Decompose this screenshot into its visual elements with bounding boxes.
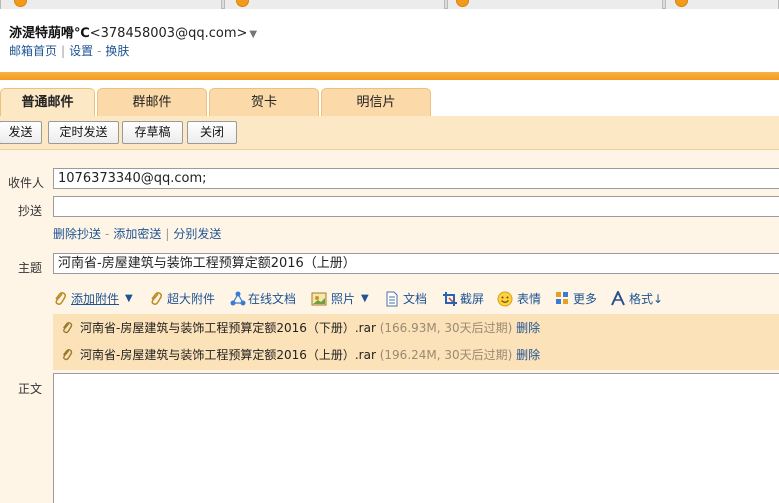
screenshot-label: 截屏 — [460, 292, 485, 306]
screenshot-button[interactable]: 截屏 — [442, 289, 492, 309]
attachment-meta: (166.93M, 30天后过期) — [379, 321, 513, 335]
more-grid-icon — [556, 292, 568, 304]
scheduled-send-button[interactable]: 定时发送 — [48, 121, 119, 144]
remove-cc-link[interactable]: 删除抄送 — [53, 227, 101, 241]
chevron-down-icon[interactable]: ▼ — [361, 289, 369, 309]
cc-field[interactable] — [53, 196, 779, 217]
browser-tab-strip — [0, 0, 779, 9]
body-editor[interactable] — [53, 373, 779, 503]
mailbox-home-link[interactable]: 邮箱首页 — [9, 44, 57, 58]
paperclip-icon — [55, 292, 66, 305]
smiley-icon — [497, 291, 513, 307]
send-button[interactable]: 发送 — [0, 121, 42, 144]
format-label: 格式↓ — [629, 292, 664, 306]
compose-form: 收件人 1076373340@qq.com; 抄送 删除抄送 - 添加密送 | 分别发送… — [0, 150, 779, 503]
link-separator: | — [61, 44, 66, 58]
tab-postcard[interactable]: 明信片 — [321, 88, 431, 116]
attachment-entry: 河南省-房屋建筑与装饰工程预算定额2016（上册）.rar (196.24M, … — [80, 345, 540, 365]
account-links: 邮箱首页 | 设置 - 换肤 — [9, 42, 129, 59]
browser-tab[interactable] — [224, 0, 445, 9]
paperclip-icon — [151, 292, 162, 305]
attachment-list: 河南省-房屋建筑与装饰工程预算定额2016（下册）.rar (166.93M, … — [53, 314, 779, 370]
online-doc-button[interactable]: 在线文档 — [230, 289, 300, 309]
tab-group-mail[interactable]: 群邮件 — [97, 88, 207, 116]
to-field[interactable]: 1076373340@qq.com; — [53, 168, 779, 189]
format-text-icon — [611, 291, 625, 306]
compose-toolbar: 发送 定时发送 存草稿 关闭 — [0, 116, 779, 150]
account-dropdown-icon[interactable]: ▼ — [249, 29, 257, 40]
more-button[interactable]: 更多 — [555, 289, 605, 309]
tab-greeting-card[interactable]: 贺卡 — [209, 88, 319, 116]
cc-label: 抄送 — [18, 204, 43, 218]
to-label: 收件人 — [8, 176, 45, 190]
add-attachment-label: 添加附件 — [71, 292, 120, 306]
account-header: 洂湜特萠嗗℃<378458003@qq.com> ▼ — [9, 22, 257, 41]
link-separator: - — [97, 44, 102, 58]
browser-tab[interactable] — [447, 0, 663, 9]
tab-normal-mail[interactable]: 普通邮件 — [0, 88, 95, 116]
subject-field[interactable]: 河南省-房屋建筑与装饰工程预算定额2016（上册） — [53, 253, 779, 274]
document-icon — [386, 291, 398, 307]
delete-attachment-link[interactable]: 删除 — [516, 321, 540, 335]
large-attachment-label: 超大附件 — [167, 292, 216, 306]
separate-send-link[interactable]: 分别发送 — [173, 227, 221, 241]
change-skin-link[interactable]: 换肤 — [105, 44, 129, 58]
large-attachment-button[interactable]: 超大附件 — [149, 289, 219, 309]
emoji-label: 表情 — [517, 292, 542, 306]
save-draft-button[interactable]: 存草稿 — [122, 121, 183, 144]
header-divider-bar — [0, 72, 779, 80]
document-label: 文档 — [403, 292, 428, 306]
photo-label: 照片 — [331, 292, 356, 306]
attachment-meta: (196.24M, 30天后过期) — [379, 348, 513, 362]
document-button[interactable]: 文档 — [385, 289, 435, 309]
online-doc-label: 在线文档 — [248, 292, 297, 306]
body-label: 正文 — [18, 382, 43, 396]
link-separator: | — [165, 227, 170, 241]
add-bcc-link[interactable]: 添加密送 — [113, 227, 161, 241]
cc-options: 删除抄送 - 添加密送 | 分别发送 — [53, 225, 221, 242]
settings-link[interactable]: 设置 — [69, 44, 93, 58]
photo-icon — [311, 292, 327, 306]
screenshot-icon — [443, 292, 457, 306]
attachment-filename: 河南省-房屋建筑与装饰工程预算定额2016（下册）.rar — [80, 321, 376, 335]
close-button[interactable]: 关闭 — [187, 121, 237, 144]
subject-label: 主题 — [18, 261, 43, 275]
browser-tab[interactable] — [0, 0, 222, 9]
paperclip-icon — [63, 348, 73, 361]
attachment-entry: 河南省-房屋建筑与装饰工程预算定额2016（下册）.rar (166.93M, … — [80, 318, 540, 338]
add-attachment-button[interactable]: 添加附件 ▼ — [53, 289, 138, 309]
format-button[interactable]: 格式↓ — [611, 289, 671, 309]
link-separator: - — [105, 227, 110, 241]
account-nickname: 洂湜特萠嗗℃ — [9, 26, 90, 41]
account-email[interactable]: <378458003@qq.com> — [90, 26, 248, 41]
more-label: 更多 — [573, 292, 598, 306]
online-doc-icon — [230, 291, 246, 306]
delete-attachment-link[interactable]: 删除 — [516, 348, 540, 362]
compose-tabs: 普通邮件 群邮件 贺卡 明信片 — [0, 88, 779, 116]
chevron-down-icon[interactable]: ▼ — [125, 289, 133, 309]
emoji-button[interactable]: 表情 — [497, 289, 547, 309]
paperclip-icon — [63, 321, 73, 334]
attachment-filename: 河南省-房屋建筑与装饰工程预算定额2016（上册）.rar — [80, 348, 376, 362]
photo-button[interactable]: 照片 ▼ — [311, 289, 373, 309]
